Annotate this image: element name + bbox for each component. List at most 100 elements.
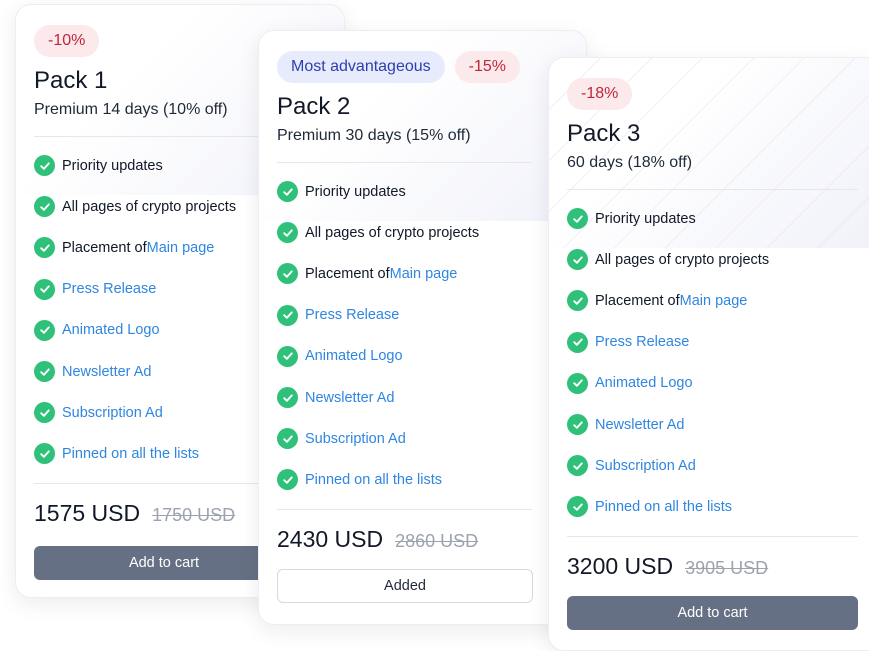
feature-item: Priority updates [567, 198, 851, 239]
check-icon [34, 196, 55, 218]
pack-title: Pack 3 [567, 120, 641, 147]
feature-link[interactable]: Subscription Ad [595, 458, 696, 474]
check-icon [34, 319, 55, 341]
feature-item: Press Release [277, 295, 568, 336]
feature-item: Priority updates [34, 145, 258, 186]
feature-link[interactable]: Main page [390, 266, 458, 282]
feature-item: Placement of Main page [34, 227, 258, 268]
feature-text: Placement of [305, 265, 390, 282]
feature-link[interactable]: Subscription Ad [305, 431, 406, 447]
feature-link[interactable]: Pinned on all the lists [62, 446, 199, 462]
old-price: 3905 USD [685, 557, 769, 578]
pack-subtitle: Premium 30 days (15% off) [277, 127, 471, 144]
feature-item: Newsletter Ad [277, 377, 568, 418]
feature-text: Priority updates [62, 157, 163, 174]
feature-item: Pinned on all the lists [277, 459, 568, 500]
price: 3200 USD [567, 552, 674, 579]
feature-link[interactable]: Pinned on all the lists [305, 472, 442, 488]
check-icon [567, 455, 588, 477]
feature-link[interactable]: Newsletter Ad [595, 417, 684, 433]
most-advantageous-badge: Most advantageous [277, 51, 445, 83]
feature-text: All pages of crypto projects [62, 198, 237, 215]
feature-item: Animated Logo [567, 363, 851, 404]
feature-link[interactable]: Pinned on all the lists [595, 499, 732, 515]
check-icon [34, 237, 55, 259]
added-button[interactable]: Added [277, 568, 533, 603]
check-icon [277, 428, 298, 450]
pack-subtitle: Premium 14 days (10% off) [34, 101, 228, 118]
price: 1575 USD [34, 499, 141, 526]
feature-link[interactable]: Newsletter Ad [305, 390, 394, 406]
pack-card-2: Most advantageous -15% Pack 2 Premium 30… [258, 30, 587, 625]
check-icon [34, 361, 55, 383]
old-price: 1750 USD [152, 504, 236, 525]
feature-link[interactable]: Main page [147, 240, 215, 256]
feature-item: Newsletter Ad [567, 404, 851, 445]
discount-badge: -18% [567, 78, 633, 110]
feature-item: Press Release [34, 269, 258, 310]
check-icon [567, 414, 588, 436]
feature-link[interactable]: Press Release [305, 307, 399, 323]
check-icon [277, 181, 298, 203]
check-icon [567, 290, 588, 312]
divider [34, 136, 258, 137]
pack-subtitle: 60 days (18% off) [567, 154, 693, 171]
divider [277, 508, 532, 510]
check-icon [34, 402, 55, 424]
feature-link[interactable]: Subscription Ad [62, 405, 163, 421]
check-icon [567, 496, 588, 518]
feature-item: All pages of crypto projects [277, 212, 568, 253]
feature-item: All pages of crypto projects [34, 186, 258, 227]
feature-link[interactable]: Animated Logo [595, 375, 693, 391]
feature-item: Placement of Main page [567, 280, 851, 321]
feature-link[interactable]: Animated Logo [62, 322, 160, 338]
feature-item: Priority updates [277, 171, 568, 212]
pack-card-3: -18% Pack 3 60 days (18% off) Priority u… [548, 57, 869, 651]
pack-title: Pack 1 [34, 67, 108, 94]
tag-row: -10% [34, 24, 258, 58]
feature-text: Placement of [62, 239, 147, 256]
tag-row: -18% [567, 77, 851, 111]
feature-item: Subscription Ad [34, 392, 258, 433]
add-to-cart-button[interactable]: Add to cart [34, 546, 294, 580]
feature-item: Subscription Ad [277, 418, 568, 459]
check-icon [277, 222, 298, 244]
feature-link[interactable]: Press Release [62, 281, 156, 297]
feature-text: All pages of crypto projects [305, 224, 480, 241]
feature-item: Newsletter Ad [34, 351, 258, 392]
feature-link[interactable]: Main page [680, 293, 748, 309]
feature-link[interactable]: Newsletter Ad [62, 364, 151, 380]
add-to-cart-button[interactable]: Add to cart [567, 595, 858, 630]
check-icon [567, 208, 588, 230]
tag-row: Most advantageous -15% [277, 50, 568, 84]
check-icon [277, 387, 298, 409]
price-row: 1575 USD 1750 USD [34, 500, 258, 527]
divider [567, 189, 858, 190]
check-icon [277, 469, 298, 491]
feature-text: Priority updates [595, 210, 696, 227]
divider [34, 482, 258, 484]
feature-item: Pinned on all the lists [34, 433, 258, 474]
divider [277, 162, 532, 163]
check-icon [277, 345, 298, 367]
discount-badge: -10% [34, 25, 100, 57]
old-price: 2860 USD [395, 530, 479, 551]
divider [567, 535, 858, 537]
feature-list: Priority updates All pages of crypto pro… [34, 145, 258, 475]
check-icon [567, 372, 588, 394]
price-row: 2430 USD 2860 USD [277, 526, 568, 553]
pack-title: Pack 2 [277, 93, 351, 120]
check-icon [277, 304, 298, 326]
discount-badge: -15% [454, 51, 521, 83]
price: 2430 USD [277, 525, 384, 552]
feature-link[interactable]: Press Release [595, 334, 689, 350]
feature-text: All pages of crypto projects [595, 251, 770, 268]
feature-item: Subscription Ad [567, 445, 851, 486]
feature-link[interactable]: Animated Logo [305, 348, 403, 364]
check-icon [34, 155, 55, 177]
check-icon [34, 443, 55, 465]
feature-item: Animated Logo [34, 310, 258, 351]
check-icon [567, 249, 588, 271]
feature-item: Press Release [567, 322, 851, 363]
feature-list: Priority updates All pages of crypto pro… [277, 171, 568, 501]
